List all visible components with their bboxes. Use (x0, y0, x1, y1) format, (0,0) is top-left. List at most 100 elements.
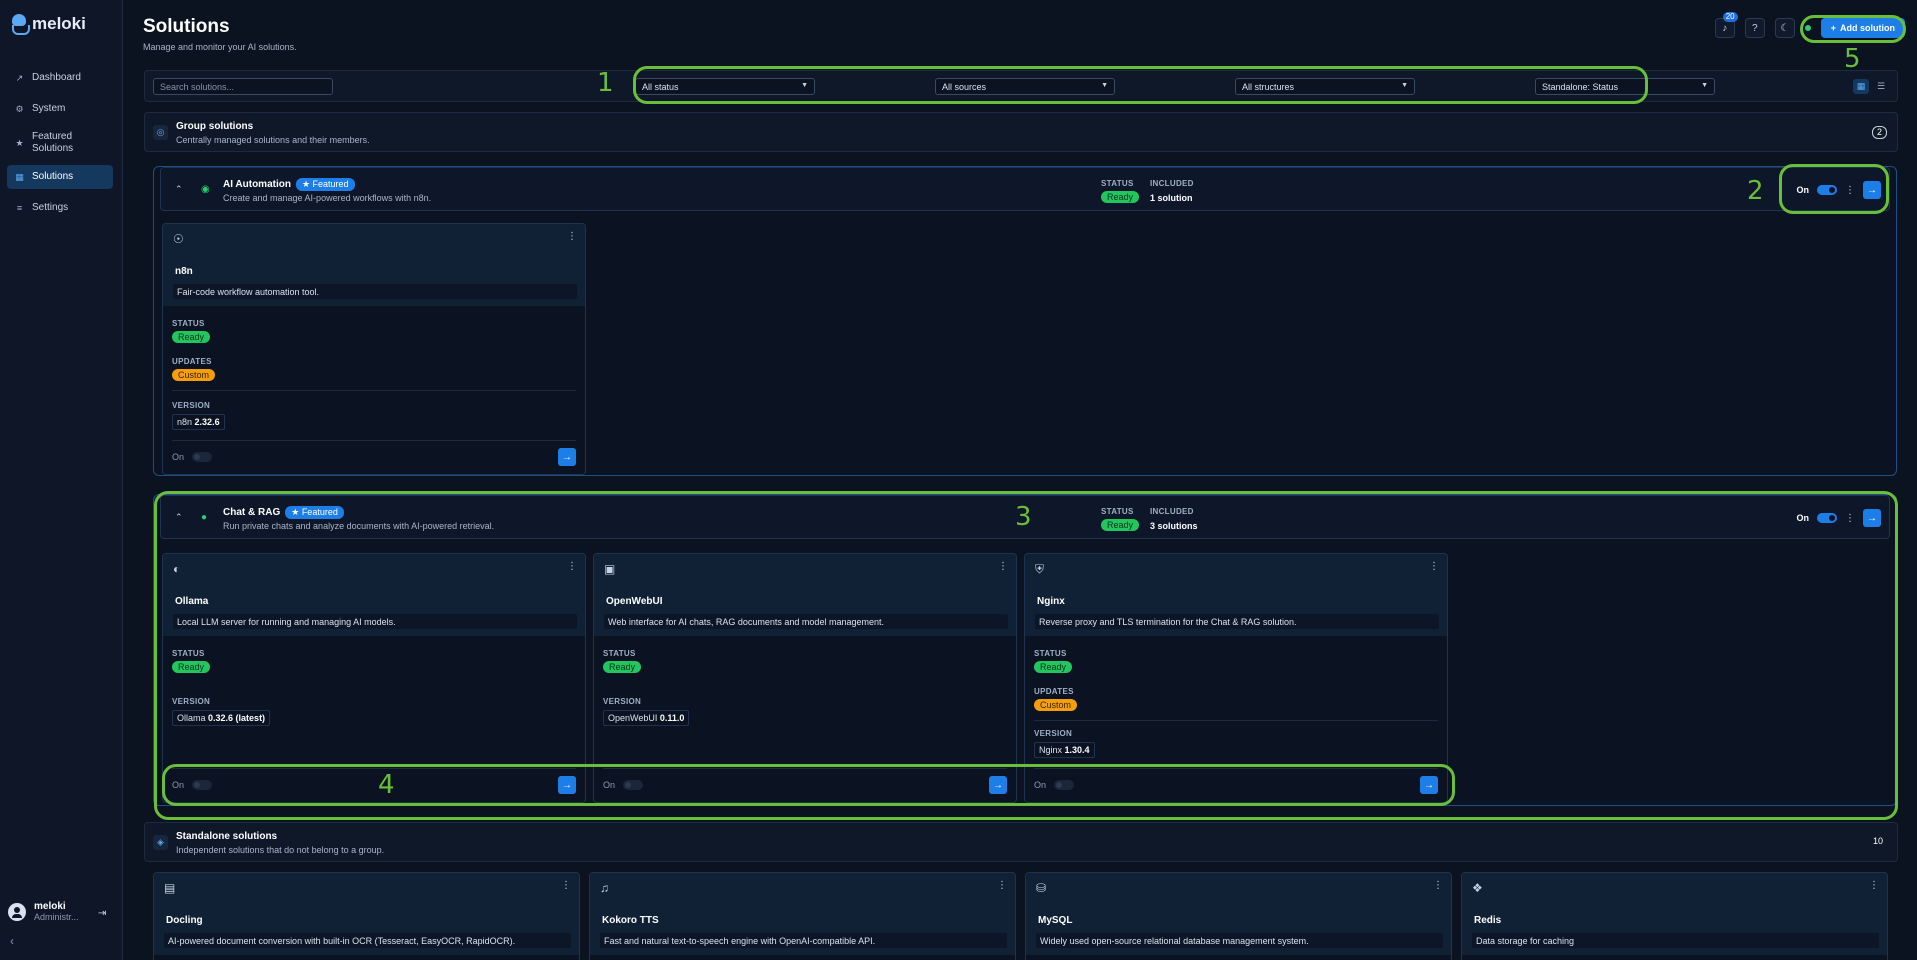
sidebar-item-system[interactable]: ⚙ System (7, 97, 113, 121)
logout-icon[interactable]: ⇥ (98, 908, 106, 919)
group-ai-automation: ⌃ ◉ AI Automation ★ Featured Create and … (153, 166, 1897, 476)
add-solution-button[interactable]: + Add solution (1820, 18, 1905, 38)
kebab-menu-icon[interactable]: ⋮ (567, 231, 577, 242)
status-filter-value: All status (642, 82, 679, 92)
group-controls: On ⋮ → (1797, 181, 1881, 199)
kebab-menu-icon[interactable]: ⋮ (1429, 561, 1439, 572)
power-toggle[interactable] (192, 780, 213, 790)
document-icon: ▤ (164, 881, 176, 895)
plus-icon: + (1830, 23, 1836, 33)
power-toggle[interactable] (623, 780, 644, 790)
footer-left: On (603, 780, 644, 790)
theme-toggle-button[interactable]: ☾ (1774, 18, 1795, 38)
section-title: Standalone solutions (176, 831, 278, 842)
arrow-right-icon: → (562, 779, 572, 791)
kebab-menu-icon[interactable]: ⋮ (1433, 880, 1443, 891)
kebab-menu-icon[interactable]: ⋮ (997, 880, 1007, 891)
annotation-4: 4 (378, 770, 395, 800)
group-header[interactable]: ⌃ ◉ AI Automation ★ Featured Create and … (160, 167, 1890, 211)
included-label: INCLUDED (1150, 507, 1194, 516)
card-title: n8n (175, 266, 193, 277)
chevron-up-icon[interactable]: ⌃ (175, 512, 183, 523)
card-title: Ollama (175, 596, 209, 607)
open-group-button[interactable]: → (1863, 509, 1881, 527)
card-footer: On → (603, 776, 1007, 794)
group-title: Chat & RAG ★ Featured (223, 506, 344, 519)
kebab-menu-icon[interactable]: ⋮ (567, 561, 577, 572)
grid-icon: ▦ (1856, 81, 1866, 91)
user-profile[interactable]: meloki Administr... (8, 901, 79, 922)
open-solution-button[interactable]: → (1420, 776, 1438, 794)
arrow-right-icon: → (1867, 512, 1877, 524)
group-chat-rag: ⌃ ● Chat & RAG ★ Featured Run private ch… (153, 494, 1897, 806)
card-title: Nginx (1037, 596, 1065, 607)
open-solution-button[interactable]: → (558, 776, 576, 794)
featured-badge: ★ Featured (285, 506, 344, 519)
card-description: AI-powered document conversion with buil… (164, 933, 571, 948)
updates-badge: Custom (172, 369, 216, 381)
list-view-button[interactable]: ☰ (1873, 79, 1889, 94)
app-logo[interactable]: meloki (10, 14, 86, 35)
grid-view-button[interactable]: ▦ (1853, 79, 1869, 94)
standalone-status-select[interactable]: Standalone: Status ▼ (1535, 78, 1715, 95)
group-name: Chat & RAG (223, 507, 281, 518)
page-title: Solutions (143, 16, 230, 37)
group-solutions-header: ◎ Group solutions Centrally managed solu… (144, 112, 1898, 152)
sidebar-item-solutions[interactable]: ▦ Solutions (7, 165, 113, 189)
kebab-menu-icon[interactable]: ⋮ (561, 880, 571, 891)
kebab-menu-icon[interactable]: ⋮ (998, 561, 1008, 572)
group-power-toggle[interactable] (1817, 513, 1837, 523)
chevron-left-icon[interactable]: ‹ (10, 934, 14, 948)
card-description: Reverse proxy and TLS termination for th… (1035, 614, 1439, 629)
arrow-right-icon: → (993, 779, 1003, 791)
kebab-menu-icon[interactable]: ⋮ (1845, 185, 1855, 196)
solution-card-nginx: ⛨ ⋮ Nginx Reverse proxy and TLS terminat… (1024, 553, 1448, 803)
bell-icon: ♪ (1722, 22, 1728, 34)
chevron-down-icon: ▼ (1101, 82, 1108, 89)
open-solution-button[interactable]: → (558, 448, 576, 466)
power-toggle[interactable] (1054, 780, 1075, 790)
structure-filter-select[interactable]: All structures ▼ (1235, 78, 1415, 95)
help-button[interactable]: ? (1744, 18, 1765, 38)
annotation-3: 3 (1015, 502, 1032, 532)
status-badge: Ready (172, 331, 211, 343)
version-field: VERSION n8n 2.32.6 (172, 401, 225, 430)
avatar (8, 902, 26, 921)
updates-field: UPDATES Custom (1034, 687, 1078, 711)
chevron-up-icon[interactable]: ⌃ (175, 184, 183, 195)
toggle-label: On (172, 452, 185, 462)
group-description: Create and manage AI-powered workflows w… (223, 193, 432, 203)
sidebar-item-dashboard[interactable]: ↗ Dashboard (7, 66, 113, 90)
notifications-button[interactable]: ♪ 20 (1714, 12, 1738, 38)
chat-icon: ● (201, 512, 208, 523)
included-value: 1 solution (1150, 193, 1193, 203)
version-label: VERSION (172, 697, 211, 706)
version-value: n8n 2.32.6 (172, 414, 225, 430)
status-badge: Ready (1101, 191, 1140, 203)
version-number: 0.32.6 (latest) (208, 713, 266, 723)
status-label: STATUS (1101, 507, 1134, 516)
updates-badge: Custom (1034, 699, 1078, 711)
group-power-toggle[interactable] (1817, 185, 1837, 195)
search-input[interactable]: Search solutions... (153, 78, 333, 95)
sidebar-item-settings[interactable]: ≡ Settings (7, 196, 113, 220)
box-icon: ◈ (153, 835, 168, 850)
source-filter-select[interactable]: All sources ▼ (935, 78, 1115, 95)
sidebar-item-featured-solutions[interactable]: ★ Featured Solutions (7, 128, 113, 158)
kebab-menu-icon[interactable]: ⋮ (1845, 513, 1855, 524)
version-field: VERSION Nginx 1.30.4 (1034, 729, 1095, 758)
star-icon: ★ (15, 137, 24, 148)
version-label: VERSION (172, 401, 211, 410)
shield-icon: ⛨ (1035, 562, 1045, 576)
open-solution-button[interactable]: → (989, 776, 1007, 794)
power-toggle[interactable] (192, 452, 213, 462)
header-actions: ♪ 20 ? ☾ + Add solution (1714, 12, 1905, 38)
chart-icon: ↗ (15, 72, 24, 83)
user-role: Administr... (34, 912, 79, 922)
status-label: STATUS (172, 319, 205, 328)
kebab-menu-icon[interactable]: ⋮ (1869, 880, 1879, 891)
group-included: INCLUDED 3 solutions (1150, 507, 1198, 531)
card-title: Redis (1474, 915, 1502, 926)
status-filter-select[interactable]: All status ▼ (635, 78, 815, 95)
open-group-button[interactable]: → (1863, 181, 1881, 199)
